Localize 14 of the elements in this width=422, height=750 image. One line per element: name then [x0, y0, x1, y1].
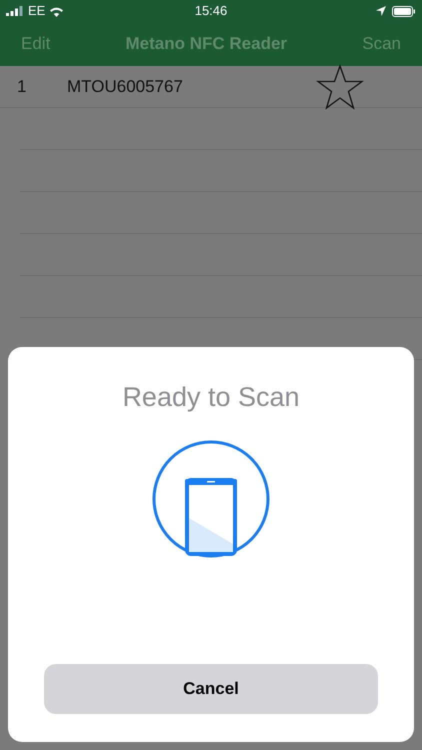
- signal-icon: [6, 6, 24, 16]
- navigation-title: Metano NFC Reader: [126, 33, 288, 56]
- location-arrow-icon: [376, 6, 386, 16]
- battery-icon: [392, 6, 416, 16]
- row-number: 1: [17, 76, 28, 98]
- sheet-title: Ready to Scan: [122, 381, 300, 414]
- cancel-button[interactable]: Cancel: [44, 664, 378, 714]
- wifi-icon: [49, 6, 64, 16]
- clock-time: 15:46: [194, 2, 228, 20]
- carrier-name: EE: [28, 2, 46, 20]
- star-icon[interactable]: [316, 64, 364, 110]
- tag-id: MTOU6005767: [67, 76, 184, 98]
- phone-scan-icon: [152, 440, 270, 558]
- list-row[interactable]: 1 MTOU6005767: [0, 66, 422, 108]
